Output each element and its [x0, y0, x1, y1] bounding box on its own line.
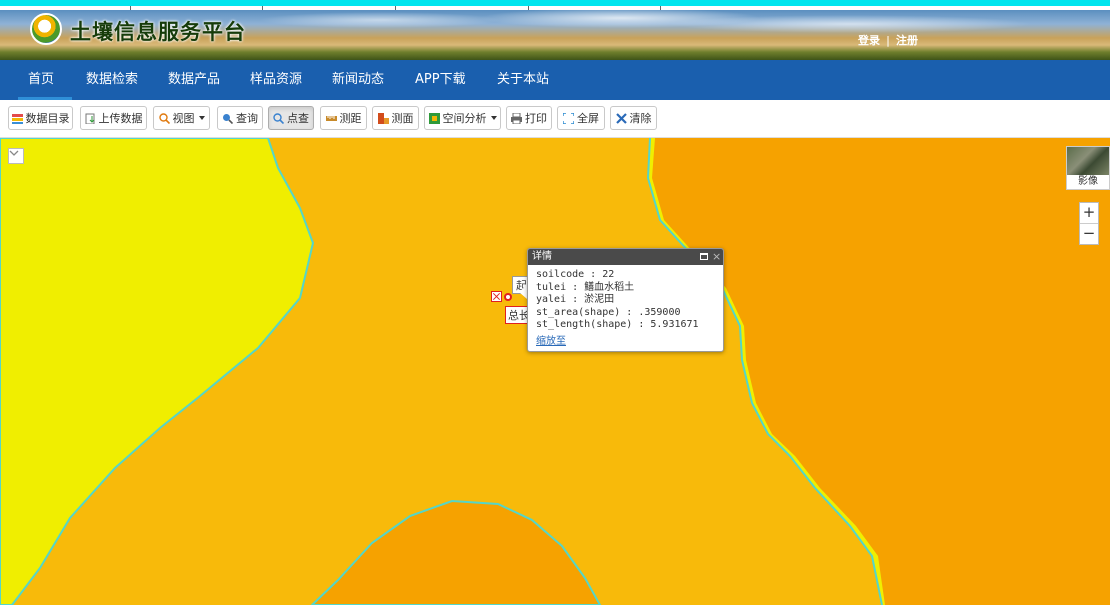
attr-tulei: tulei : 鳝血水稻土 [536, 281, 635, 293]
clear-button[interactable]: 清除 [610, 106, 657, 130]
close-icon[interactable]: × [712, 250, 721, 264]
view-icon [158, 112, 170, 124]
print-button[interactable]: 打印 [506, 106, 552, 130]
measure-distance-button[interactable]: 测距 [320, 106, 367, 130]
spatial-analysis-label: 空间分析 [442, 112, 487, 125]
nav-item-news[interactable]: 新闻动态 [332, 60, 384, 100]
popup-pointer [519, 285, 527, 299]
upload-data-button[interactable]: 上传数据 [80, 106, 147, 130]
soil-map-canvas[interactable]: 影像 + − 起 总长 详情 × soilcode : 22 tulei : 鳝… [0, 138, 1110, 605]
upload-data-label: 上传数据 [98, 112, 143, 125]
fullscreen-button[interactable]: 全屏 [557, 106, 605, 130]
view-caret-icon [198, 116, 205, 120]
auth-separator: | [886, 34, 891, 47]
login-link[interactable]: 登录 [858, 32, 880, 48]
zoom-in-button[interactable]: + [1080, 203, 1098, 223]
fullscreen-label: 全屏 [577, 112, 599, 125]
zoom-control: + − [1079, 202, 1099, 245]
spatial-analysis-caret-icon [490, 116, 497, 120]
register-link[interactable]: 注册 [896, 32, 918, 48]
point-query-button[interactable]: 点查 [268, 106, 314, 130]
map-toolbar: 数据目录 上传数据 视图 查询 点查 测距 测面 空间分析 打印 全屏 清除 [0, 100, 1110, 138]
nav-item-about[interactable]: 关于本站 [497, 60, 549, 100]
clear-icon [615, 112, 627, 124]
popup-body: soilcode : 22 tulei : 鳝血水稻土 yalei : 淤泥田 … [528, 265, 723, 348]
imagery-thumbnail [1067, 147, 1109, 175]
measure-area-label: 测面 [391, 112, 414, 125]
attr-yalei: yalei : 淤泥田 [536, 294, 615, 305]
spatial-analysis-icon [428, 112, 440, 124]
query-button[interactable]: 查询 [217, 106, 263, 130]
measure-point-icon [504, 293, 512, 301]
attr-st-area: st_area(shape) : .359000 [536, 306, 681, 318]
maximize-icon[interactable] [700, 253, 708, 260]
query-icon [222, 113, 234, 124]
ruler-icon [325, 113, 337, 124]
nav-item-data-products[interactable]: 数据产品 [168, 60, 220, 100]
feature-info-popup: 详情 × soilcode : 22 tulei : 鳝血水稻土 yalei :… [527, 248, 724, 352]
point-query-icon [273, 112, 285, 124]
clear-label: 清除 [629, 112, 652, 125]
measure-distance-label: 测距 [339, 112, 362, 125]
site-title[interactable]: 土壤信息服务平台 [70, 16, 246, 46]
spatial-analysis-dropdown-button[interactable]: 空间分析 [424, 106, 501, 130]
soil-polygons [0, 138, 1110, 605]
popup-title: 详情 [532, 251, 552, 262]
print-icon [511, 112, 522, 124]
zoom-out-button[interactable]: − [1080, 223, 1098, 244]
basemap-label: 影像 [1078, 176, 1098, 187]
data-catalog-button[interactable]: 数据目录 [8, 106, 73, 130]
query-label: 查询 [236, 112, 258, 125]
nav-item-sample-resources[interactable]: 样品资源 [250, 60, 302, 100]
popup-header: 详情 × [528, 249, 723, 265]
print-label: 打印 [525, 112, 547, 125]
point-query-label: 点查 [287, 112, 309, 125]
measure-close-icon[interactable] [491, 291, 502, 302]
upload-icon [85, 113, 96, 124]
attr-st-length: st_length(shape) : 5.931671 [536, 319, 699, 330]
measure-area-button[interactable]: 测面 [372, 106, 419, 130]
data-catalog-label: 数据目录 [25, 112, 70, 125]
chevron-down-icon [9, 150, 19, 156]
layer-panel-toggle-button[interactable] [8, 148, 24, 164]
layers-icon [11, 113, 23, 124]
fullscreen-icon [562, 111, 575, 125]
nav-item-app-download[interactable]: APP下载 [415, 60, 466, 100]
auth-links: 登录 | 注册 [858, 32, 918, 48]
main-nav: 首页 数据检索 数据产品 样品资源 新闻动态 APP下载 关于本站 [0, 60, 1110, 100]
attr-soilcode: soilcode : 22 [536, 269, 615, 280]
site-logo-icon[interactable] [30, 13, 62, 45]
view-label: 视图 [172, 112, 195, 125]
zoom-to-link[interactable]: 缩放至 [536, 336, 566, 349]
basemap-imagery-toggle[interactable]: 影像 [1066, 146, 1110, 190]
nav-item-data-search[interactable]: 数据检索 [86, 60, 138, 100]
area-measure-icon [377, 112, 389, 124]
site-header-banner: 土壤信息服务平台 登录 | 注册 [0, 10, 1110, 60]
nav-item-home[interactable]: 首页 [17, 60, 73, 100]
view-dropdown-button[interactable]: 视图 [153, 106, 210, 130]
